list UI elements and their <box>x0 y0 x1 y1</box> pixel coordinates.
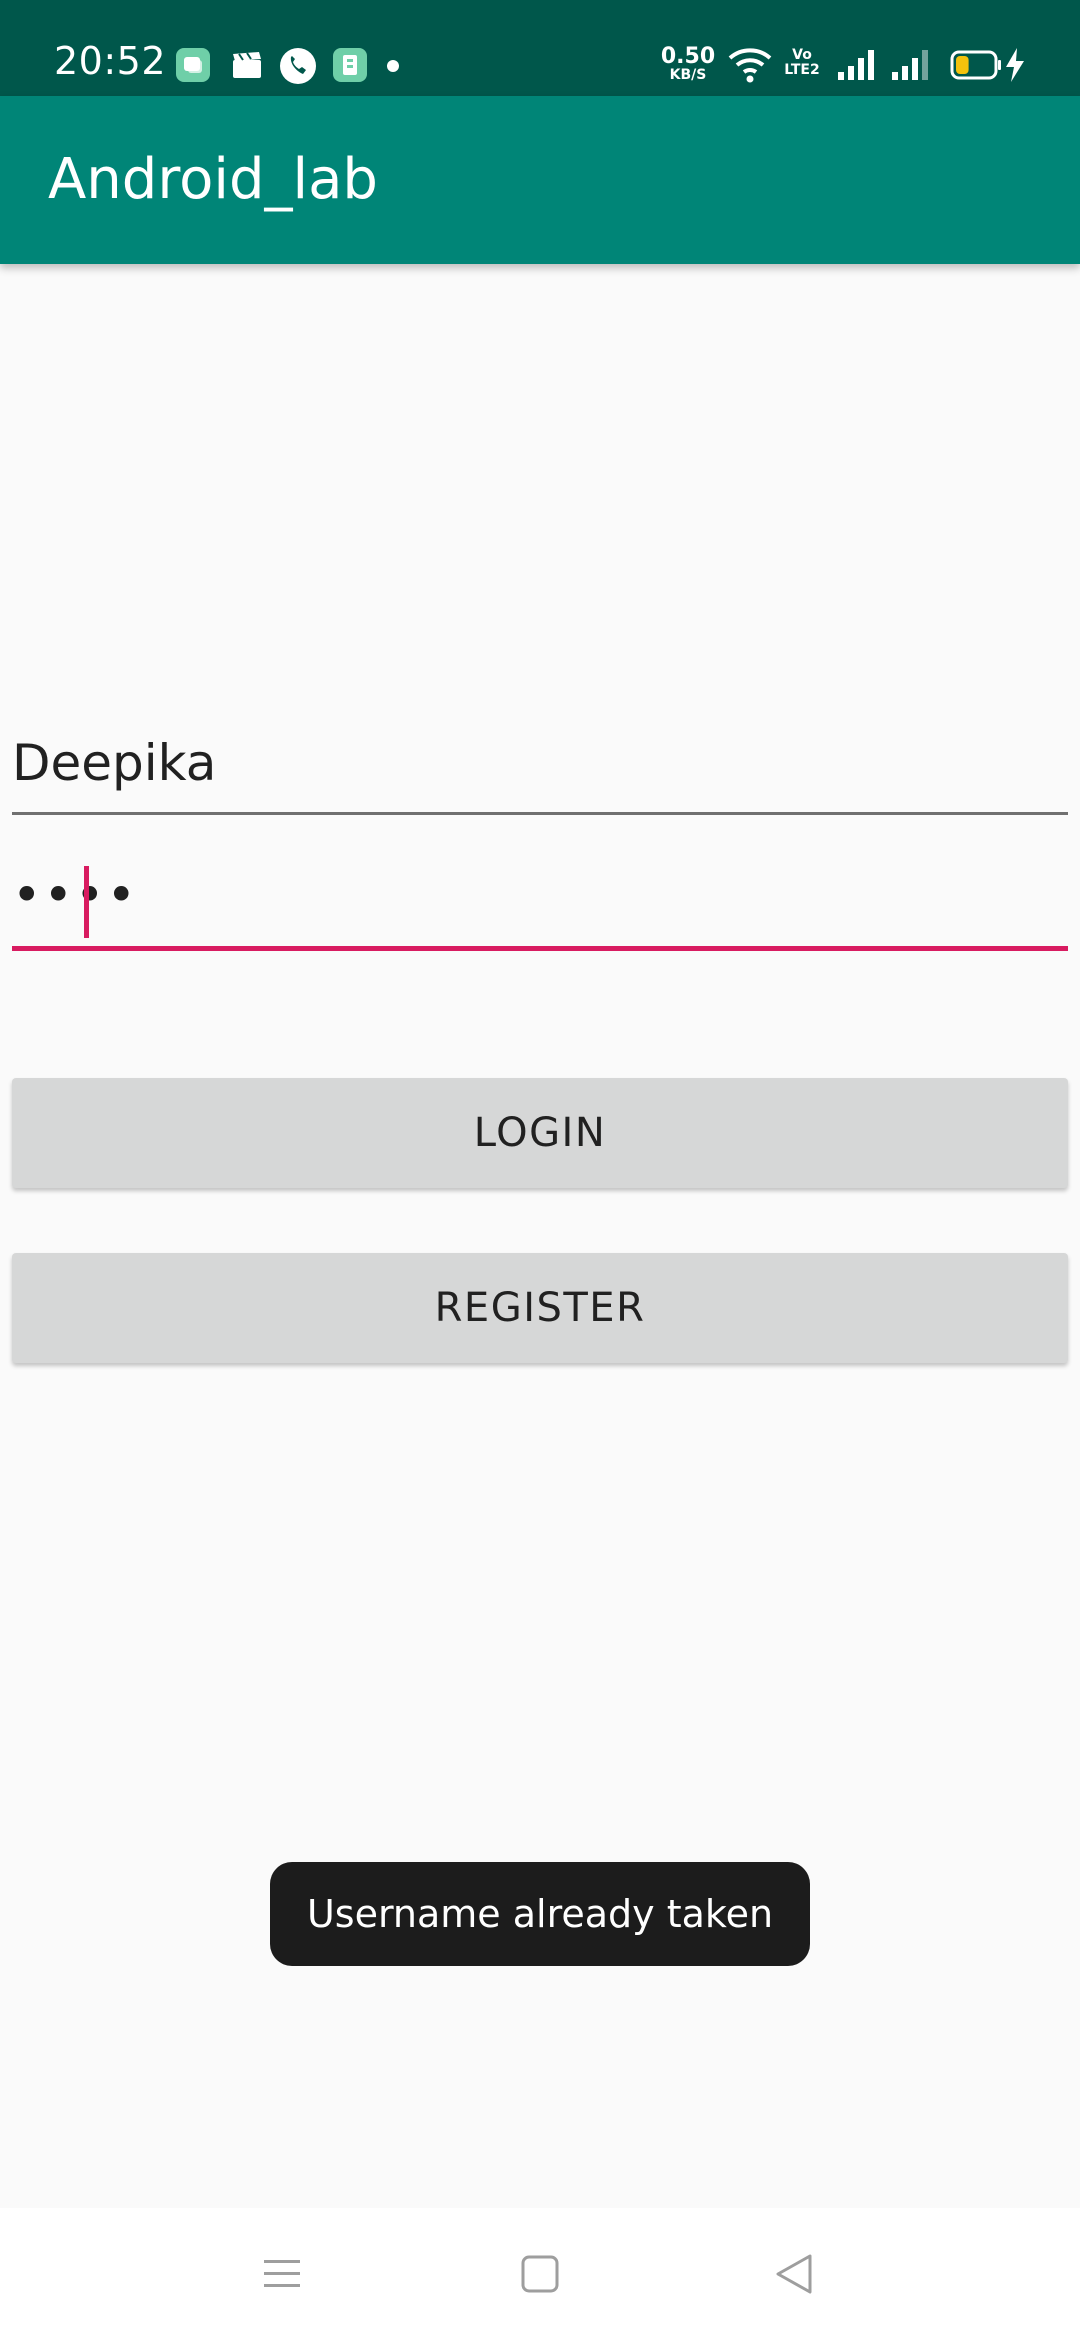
wifi-icon <box>728 46 772 88</box>
volte-label-top: Vo <box>792 47 812 63</box>
phone-icon <box>280 48 316 84</box>
clapperboard-icon <box>230 48 264 82</box>
register-button[interactable]: REGISTER <box>12 1253 1068 1363</box>
status-time: 20:52 <box>54 39 167 83</box>
volte-badge: Vo LTE2 <box>782 48 822 78</box>
clipboard-icon <box>333 48 367 82</box>
dot-icon <box>386 58 420 92</box>
battery-icon <box>950 50 1002 84</box>
menu-icon[interactable] <box>262 2256 302 2296</box>
password-value: •••• <box>12 866 138 924</box>
login-button[interactable]: LOGIN <box>12 1078 1068 1188</box>
network-speed-value: 0.50 <box>660 44 716 69</box>
toast-message: Username already taken <box>306 1892 774 1936</box>
username-value: Deepika <box>12 734 217 792</box>
charging-bolt-icon <box>1004 48 1026 86</box>
volte-label-bottom: LTE2 <box>784 62 820 78</box>
network-speed: 0.50 KB/S <box>660 44 716 83</box>
signal-strength-icon <box>836 46 880 86</box>
app-bar: Android_lab <box>0 96 1080 264</box>
password-field[interactable]: •••• <box>12 860 1068 951</box>
app-title: Android_lab <box>48 147 378 212</box>
username-field[interactable]: Deepika <box>12 730 1068 815</box>
status-bar: 20:52 0.50 KB/S Vo LTE2 <box>0 0 1080 96</box>
toast: Username already taken <box>270 1862 810 1966</box>
signal-strength-icon-sim2 <box>890 46 934 86</box>
navigation-bar <box>0 2208 1080 2340</box>
network-speed-unit: KB/S <box>669 67 707 83</box>
app-icon <box>176 48 210 82</box>
back-triangle-icon[interactable] <box>774 2252 814 2300</box>
home-square-icon[interactable] <box>520 2254 560 2298</box>
text-cursor <box>84 866 89 938</box>
